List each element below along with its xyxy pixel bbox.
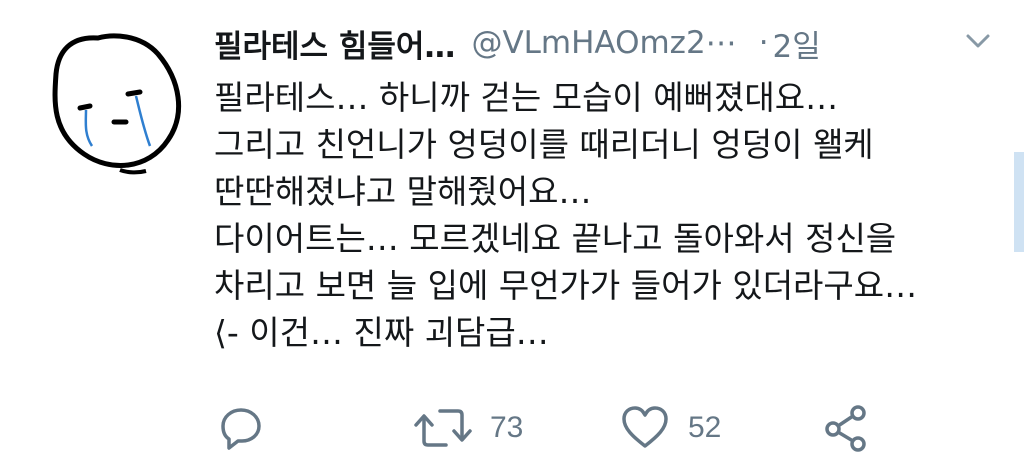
retweet-button[interactable]: 73 bbox=[414, 400, 523, 456]
hand-drawn-face-avatar bbox=[52, 33, 182, 175]
retweet-count: 73 bbox=[490, 411, 524, 444]
reply-icon bbox=[221, 408, 261, 450]
share-button[interactable] bbox=[822, 400, 872, 456]
reply-button[interactable] bbox=[216, 400, 266, 456]
tweet-text-line: 필라테스… 하니까 걷는 모습이 예뻐졌대요… bbox=[214, 78, 839, 117]
avatar[interactable] bbox=[40, 22, 190, 182]
tweet-text: 필라테스… 하니까 걷는 모습이 예뻐졌대요… 그리고 친언니가 엉덩이를 때리… bbox=[214, 74, 1004, 356]
tweet-actions: 73 52 bbox=[216, 400, 976, 456]
tweet-text-line: 그리고 친언니가 엉덩이를 때리더니 엉덩이 왤케 bbox=[214, 125, 874, 164]
tweet-timestamp[interactable]: 2일 bbox=[773, 21, 821, 66]
display-name[interactable]: 필라테스 힘들어… bbox=[214, 21, 455, 66]
like-button[interactable]: 52 bbox=[620, 400, 721, 456]
tweet-text-line: 딴딴해졌냐고 말해줬어요… bbox=[214, 172, 592, 211]
tweet-text-line: ⟨- 이건… 진짜 괴담급… bbox=[214, 313, 549, 352]
share-icon bbox=[825, 405, 866, 452]
user-handle[interactable]: @VLmHAOmz2⋯ bbox=[471, 25, 736, 61]
tweet-text-line: 차리고 보면 늘 입에 무언가가 들어가 있더라구요… bbox=[214, 266, 918, 305]
retweet-icon bbox=[414, 409, 472, 447]
tweet-text-line: 다이어트는… 모르겠네요 끝나고 돌아와서 정신을 bbox=[214, 219, 897, 258]
separator-dot: · bbox=[758, 25, 769, 61]
chevron-down-icon[interactable] bbox=[964, 32, 992, 52]
like-count: 52 bbox=[688, 411, 722, 444]
heart-icon bbox=[622, 406, 668, 448]
tweet-header: 필라테스 힘들어… @VLmHAOmz2⋯ · 2일 bbox=[214, 18, 994, 68]
scroll-indicator[interactable] bbox=[1014, 152, 1024, 252]
